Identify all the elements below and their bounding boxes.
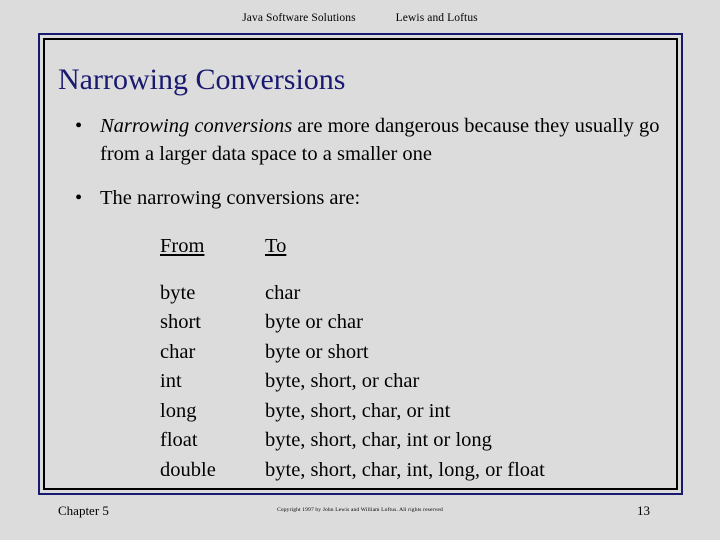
slide-header: Java Software Solutions Lewis and Loftus: [0, 12, 720, 24]
column-header-to: To: [265, 235, 287, 257]
slide-content-area: Narrowing Conversions • Narrowing conver…: [38, 33, 683, 495]
table-row: byte char: [160, 279, 545, 309]
column-header-from: From: [160, 235, 205, 257]
table-row: short byte or char: [160, 308, 545, 338]
bullet-body-text: The narrowing conversions are:: [100, 187, 361, 209]
table-row: long byte, short, char, or int: [160, 397, 545, 427]
cell-to: byte or char: [265, 311, 363, 333]
table-header-row: From To: [160, 232, 545, 262]
cell-from: short: [160, 311, 201, 333]
slide-footer: Chapter 5 Copyright 1997 by John Lewis a…: [0, 503, 720, 527]
cell-to: byte, short, char, or int: [265, 399, 451, 422]
table-row: double byte, short, char, int, long, or …: [160, 456, 545, 486]
cell-from: double: [160, 458, 216, 481]
list-item: • Narrowing conversions are more dangero…: [68, 112, 668, 168]
table-row: char byte or short: [160, 338, 545, 368]
conversion-table: From To byte char short byte or char cha…: [160, 232, 545, 485]
page-title: Narrowing Conversions: [58, 63, 346, 96]
table-row: int byte, short, or char: [160, 367, 545, 397]
cell-from: int: [160, 370, 182, 392]
cell-from: char: [160, 340, 196, 363]
table-row: float byte, short, char, int or long: [160, 426, 545, 456]
bullet-list: • Narrowing conversions are more dangero…: [68, 112, 668, 228]
bullet-dot-icon: •: [75, 115, 83, 137]
bullet-emphasis-text: Narrowing conversions: [100, 115, 293, 137]
cell-from: long: [160, 399, 197, 422]
cell-to: byte, short, char, int, long, or float: [265, 458, 545, 481]
bullet-dot-icon: •: [75, 187, 83, 209]
book-title: Java Software Solutions: [242, 12, 356, 24]
cell-to: byte, short, or char: [265, 370, 420, 392]
footer-copyright-notice: Copyright 1997 by John Lewis and William…: [277, 507, 443, 513]
cell-from: float: [160, 429, 198, 451]
cell-to: byte or short: [265, 340, 369, 363]
cell-to: char: [265, 281, 301, 304]
book-authors: Lewis and Loftus: [395, 12, 478, 24]
footer-page-number: 13: [637, 503, 650, 518]
cell-to: byte, short, char, int or long: [265, 429, 492, 451]
list-item: • The narrowing conversions are:: [68, 184, 668, 212]
cell-from: byte: [160, 281, 196, 304]
